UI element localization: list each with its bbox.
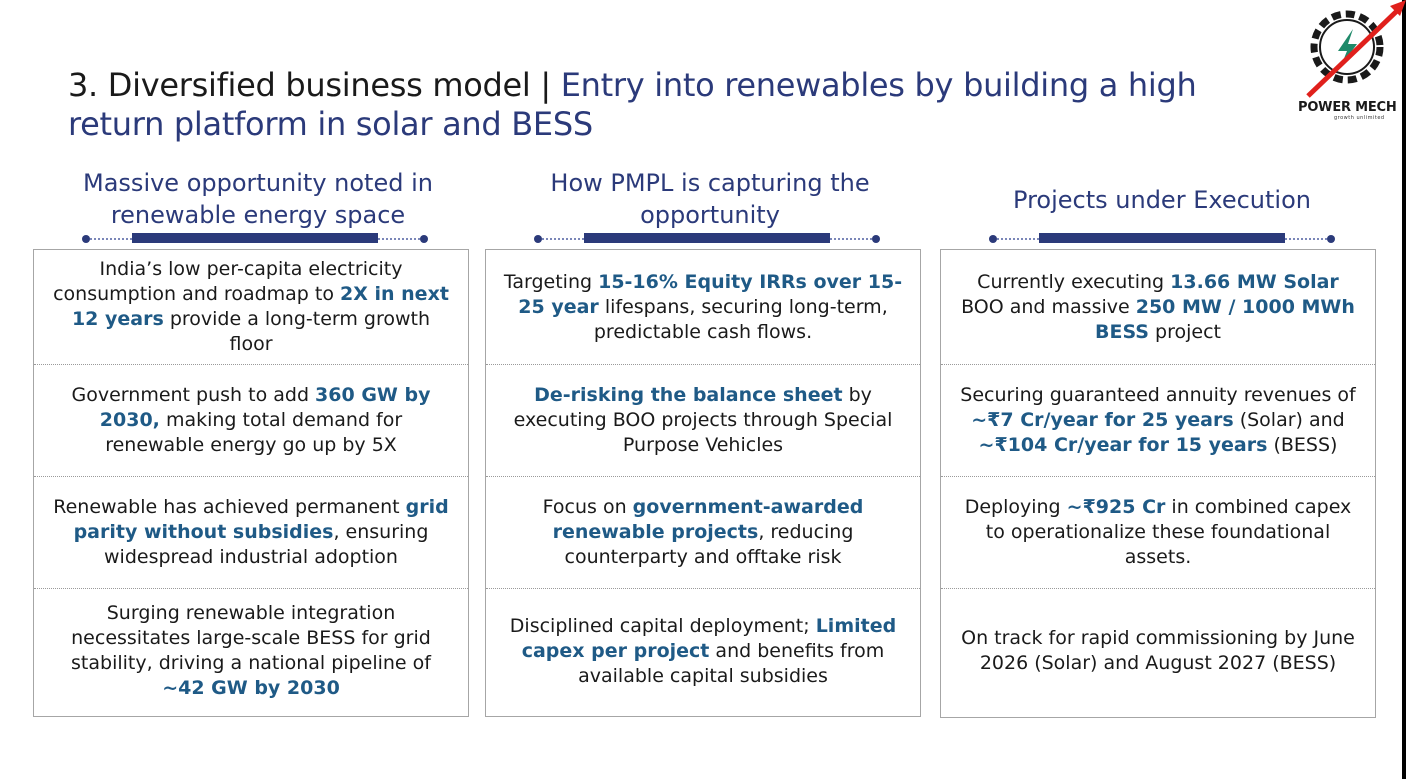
heading-divider [534, 233, 880, 245]
cell-text: Renewable has achieved permanent grid pa… [48, 495, 454, 570]
column-heading-projects: Projects under Execution [1013, 186, 1311, 214]
heading-divider [82, 233, 428, 245]
cell-text: India’s low per-capita electricity consu… [48, 257, 454, 357]
slide-title: 3. Diversified business model | Entry in… [68, 66, 1268, 144]
cell-text: Securing guaranteed annuity revenues of … [955, 383, 1361, 458]
column-box-opportunity: India’s low per-capita electricity consu… [33, 249, 469, 717]
body-text: BOO and massive [961, 295, 1136, 318]
info-cell: India’s low per-capita electricity consu… [34, 250, 468, 364]
cell-text: Disciplined capital deployment; Limited … [500, 614, 906, 689]
body-text: Renewable has achieved permanent [53, 495, 406, 518]
logo-name: POWER MECH [1298, 100, 1397, 115]
highlight-text: ~₹104 Cr/year for 15 years [978, 433, 1268, 456]
body-text: (BESS) [1267, 433, 1338, 456]
info-cell: Renewable has achieved permanent grid pa… [34, 476, 468, 588]
column-box-capturing: Targeting 15-16% Equity IRRs over 15-25 … [485, 249, 921, 717]
info-cell: Deploying ~₹925 Cr in combined capex to … [941, 476, 1375, 588]
column-heading-opportunity: Massive opportunity noted in renewable e… [83, 169, 433, 229]
info-cell: Currently executing 13.66 MW Solar BOO a… [941, 250, 1375, 364]
body-text: (Solar) and [1233, 408, 1345, 431]
body-text: Focus on [542, 495, 633, 518]
info-cell: Securing guaranteed annuity revenues of … [941, 364, 1375, 476]
body-text: On track for rapid commissioning by June… [961, 627, 1355, 674]
info-cell: Government push to add 360 GW by 2030, m… [34, 364, 468, 476]
highlight-text: ~₹925 Cr [1066, 495, 1166, 518]
title-prefix: 3. Diversified business model [68, 66, 531, 104]
body-text: Disciplined capital deployment; [509, 614, 816, 637]
cell-text: Government push to add 360 GW by 2030, m… [48, 383, 454, 458]
cell-text: Surging renewable integration necessitat… [48, 601, 454, 701]
info-cell: Surging renewable integration necessitat… [34, 588, 468, 714]
body-text: Surging renewable integration necessitat… [71, 602, 431, 674]
cell-text: Deploying ~₹925 Cr in combined capex to … [955, 495, 1361, 570]
body-text: Securing guaranteed annuity revenues of [960, 383, 1356, 406]
highlight-text: De-risking the balance sheet [534, 383, 843, 406]
info-cell: Focus on government-awarded renewable pr… [486, 476, 920, 588]
body-text: Currently executing [977, 270, 1171, 293]
info-cell: On track for rapid commissioning by June… [941, 588, 1375, 714]
cell-text: Focus on government-awarded renewable pr… [500, 495, 906, 570]
cell-text: De-risking the balance sheet by executin… [500, 383, 906, 458]
title-separator: | [530, 66, 561, 104]
cell-text: Currently executing 13.66 MW Solar BOO a… [955, 270, 1361, 345]
body-text: project [1149, 320, 1221, 343]
body-text: Targeting [503, 270, 599, 293]
body-text: Deploying [964, 495, 1067, 518]
heading-divider [989, 233, 1335, 245]
info-cell: Disciplined capital deployment; Limited … [486, 588, 920, 714]
body-text: Government push to add [71, 383, 316, 406]
highlight-text: 13.66 MW Solar [1170, 270, 1339, 293]
info-cell: De-risking the balance sheet by executin… [486, 364, 920, 476]
column-box-projects: Currently executing 13.66 MW Solar BOO a… [940, 249, 1376, 718]
info-cell: Targeting 15-16% Equity IRRs over 15-25 … [486, 250, 920, 364]
logo-tagline: growth unlimited [1334, 115, 1385, 121]
highlight-text: ~42 GW by 2030 [162, 677, 340, 699]
cell-text: On track for rapid commissioning by June… [955, 626, 1361, 676]
body-text: provide a long-term growth floor [163, 308, 431, 355]
column-heading-capturing: How PMPL is capturing the opportunity [550, 169, 870, 229]
cell-text: Targeting 15-16% Equity IRRs over 15-25 … [500, 270, 906, 345]
body-text: lifespans, securing long-term, predictab… [593, 295, 888, 343]
highlight-text: ~₹7 Cr/year for 25 years [971, 408, 1234, 431]
